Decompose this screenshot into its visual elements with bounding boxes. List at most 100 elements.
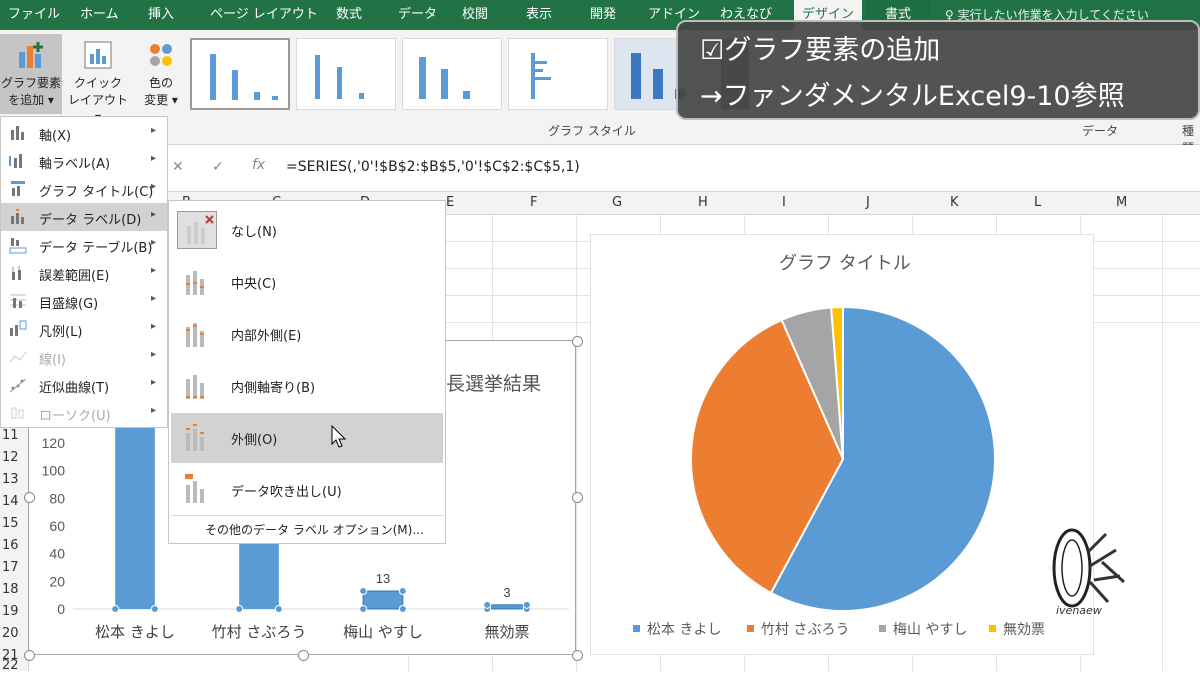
legend-swatch bbox=[747, 625, 754, 632]
legend-icon bbox=[10, 320, 27, 336]
menu-item-trendline[interactable]: 近似曲線(T) ▸ bbox=[1, 371, 167, 399]
menu-item-label: グラフ タイトル(C) bbox=[39, 185, 154, 200]
data-table-icon bbox=[9, 238, 27, 254]
change-color-label-1: 色の bbox=[148, 76, 173, 90]
menu-item-label: 誤差範囲(E) bbox=[39, 269, 110, 284]
menu-item-label: 軸(X) bbox=[39, 129, 72, 144]
row-header[interactable]: 19 bbox=[2, 604, 19, 619]
legend-label: 竹村 さぶろう bbox=[761, 622, 849, 638]
menu-item-data-labels[interactable]: データ ラベル(D) ▸ bbox=[1, 203, 167, 231]
column-header[interactable]: H bbox=[698, 195, 708, 210]
submenu-item-data-callout[interactable]: データ吹き出し(U) bbox=[171, 465, 443, 515]
change-colors-button[interactable]: 色の 変更 ▾ bbox=[136, 34, 186, 114]
tab-page-layout[interactable]: ページ レイアウト bbox=[210, 0, 318, 30]
y-tick-label: 80 bbox=[49, 490, 65, 506]
grid-line bbox=[576, 214, 577, 671]
x-category-label: 竹村 さぶろう bbox=[212, 623, 307, 641]
resize-handle[interactable] bbox=[572, 650, 583, 661]
menu-item-label: ローソク(U) bbox=[39, 409, 111, 424]
submenu-arrow-icon: ▸ bbox=[151, 125, 157, 136]
cancel-icon[interactable]: ✕ bbox=[172, 159, 184, 175]
more-data-label-options[interactable]: その他のデータ ラベル オプション(M)... bbox=[205, 521, 424, 538]
submenu-arrow-icon: ▸ bbox=[151, 293, 157, 304]
chart-style-thumbnail bbox=[210, 54, 278, 100]
y-tick-label: 20 bbox=[49, 573, 65, 589]
tab-view[interactable]: 表示 bbox=[526, 0, 552, 30]
bar-selection-handle bbox=[398, 587, 407, 596]
tab-insert[interactable]: 挿入 bbox=[148, 0, 174, 30]
submenu-item-none[interactable]: なし(N) bbox=[171, 205, 443, 255]
bar-selection-handle bbox=[274, 605, 283, 613]
resize-handle[interactable] bbox=[298, 650, 309, 661]
data-label: 13 bbox=[376, 571, 390, 586]
menu-item-data-table[interactable]: データ テーブル(B) ▸ bbox=[1, 231, 167, 259]
tab-data[interactable]: データ bbox=[398, 0, 437, 30]
insert-function-icon[interactable]: fx bbox=[252, 157, 265, 173]
menu-item-error-bars[interactable]: 誤差範囲(E) ▸ bbox=[1, 259, 167, 287]
tab-review[interactable]: 校閲 bbox=[462, 0, 488, 30]
column-header[interactable]: M bbox=[1116, 195, 1127, 210]
chart-style-1[interactable] bbox=[190, 38, 290, 110]
submenu-arrow-icon: ▸ bbox=[151, 405, 157, 416]
bar bbox=[362, 590, 404, 610]
column-header[interactable]: F bbox=[530, 195, 537, 210]
resize-handle[interactable] bbox=[572, 336, 583, 347]
row-header[interactable]: 14 bbox=[2, 494, 19, 509]
tab-home[interactable]: ホーム bbox=[80, 0, 119, 30]
row-header[interactable]: 20 bbox=[2, 626, 19, 641]
row-header[interactable]: 12 bbox=[2, 450, 19, 465]
row-header[interactable]: 16 bbox=[2, 538, 19, 553]
submenu-item-inside-end[interactable]: 内部外側(E) bbox=[171, 309, 443, 359]
chart-style-4[interactable] bbox=[508, 38, 608, 110]
outside-end-labels-icon bbox=[186, 424, 204, 451]
submenu-item-center[interactable]: 中央(C) bbox=[171, 257, 443, 307]
quick-layout-label-1: クイック bbox=[73, 76, 122, 90]
bar-selection-handle bbox=[150, 605, 159, 613]
column-header[interactable]: K bbox=[950, 195, 959, 210]
row-header[interactable]: 13 bbox=[2, 472, 19, 487]
column-header[interactable]: E bbox=[446, 195, 454, 210]
data-label: 3 bbox=[503, 585, 510, 600]
tab-developer[interactable]: 開発 bbox=[590, 0, 616, 30]
row-header[interactable]: 15 bbox=[2, 516, 19, 531]
mouse-cursor-icon bbox=[331, 425, 347, 448]
bar-selection-handle bbox=[235, 605, 244, 613]
column-header[interactable]: I bbox=[782, 195, 786, 210]
color-palette-icon bbox=[150, 44, 172, 66]
formula-input[interactable]: =SERIES(,'0'!$B$2:$B$5,'0'!$C$2:$C$5,1) bbox=[286, 159, 580, 175]
y-tick-label: 0 bbox=[57, 601, 65, 617]
column-header[interactable]: G bbox=[612, 195, 622, 210]
submenu-arrow-icon: ▸ bbox=[151, 153, 157, 164]
row-header[interactable]: 18 bbox=[2, 582, 19, 597]
menu-item-axis-titles[interactable]: 軸ラベル(A) ▸ bbox=[1, 147, 167, 175]
column-header[interactable]: J bbox=[866, 195, 870, 210]
quick-layout-button[interactable]: クイック レイアウト ▾ bbox=[64, 34, 132, 124]
menu-item-legend[interactable]: 凡例(L) ▸ bbox=[1, 315, 167, 343]
submenu-arrow-icon: ▸ bbox=[151, 377, 157, 388]
x-category-label: 松本 きよし bbox=[95, 623, 175, 641]
row-header[interactable]: 17 bbox=[2, 560, 19, 575]
tab-formulas[interactable]: 数式 bbox=[336, 0, 362, 30]
error-bars-icon bbox=[12, 266, 21, 280]
menu-item-gridlines[interactable]: 目盛線(G) ▸ bbox=[1, 287, 167, 315]
resize-handle[interactable] bbox=[24, 492, 35, 503]
menu-item-chart-title[interactable]: グラフ タイトル(C) ▸ bbox=[1, 175, 167, 203]
submenu-item-inside-base[interactable]: 内側軸寄り(B) bbox=[171, 361, 443, 411]
resize-handle[interactable] bbox=[572, 492, 583, 503]
y-tick-label: 60 bbox=[49, 518, 65, 534]
row-header[interactable]: 11 bbox=[2, 428, 19, 443]
resize-handle[interactable] bbox=[24, 650, 35, 661]
menu-item-axes[interactable]: 軸(X) ▸ bbox=[1, 119, 167, 147]
pie-chart[interactable]: グラフ タイトル 松本 きよし 竹村 さぶろう 梅山 やすし 無効票 bbox=[590, 234, 1094, 655]
bar-selection-handle bbox=[398, 605, 407, 613]
chart-style-3[interactable] bbox=[402, 38, 502, 110]
chart-style-2[interactable] bbox=[296, 38, 396, 110]
submenu-item-outside-end[interactable]: 外側(O) bbox=[171, 413, 443, 463]
x-category-label: 梅山 やすし bbox=[343, 623, 423, 641]
add-chart-element-button[interactable]: グラフ要素 を追加 ▾ bbox=[0, 34, 62, 114]
legend-label: 無効票 bbox=[1003, 622, 1045, 638]
inside-end-labels-icon bbox=[186, 323, 204, 347]
tab-file[interactable]: ファイル bbox=[8, 0, 60, 30]
column-header[interactable]: L bbox=[1034, 195, 1041, 210]
enter-icon[interactable]: ✓ bbox=[212, 159, 224, 175]
